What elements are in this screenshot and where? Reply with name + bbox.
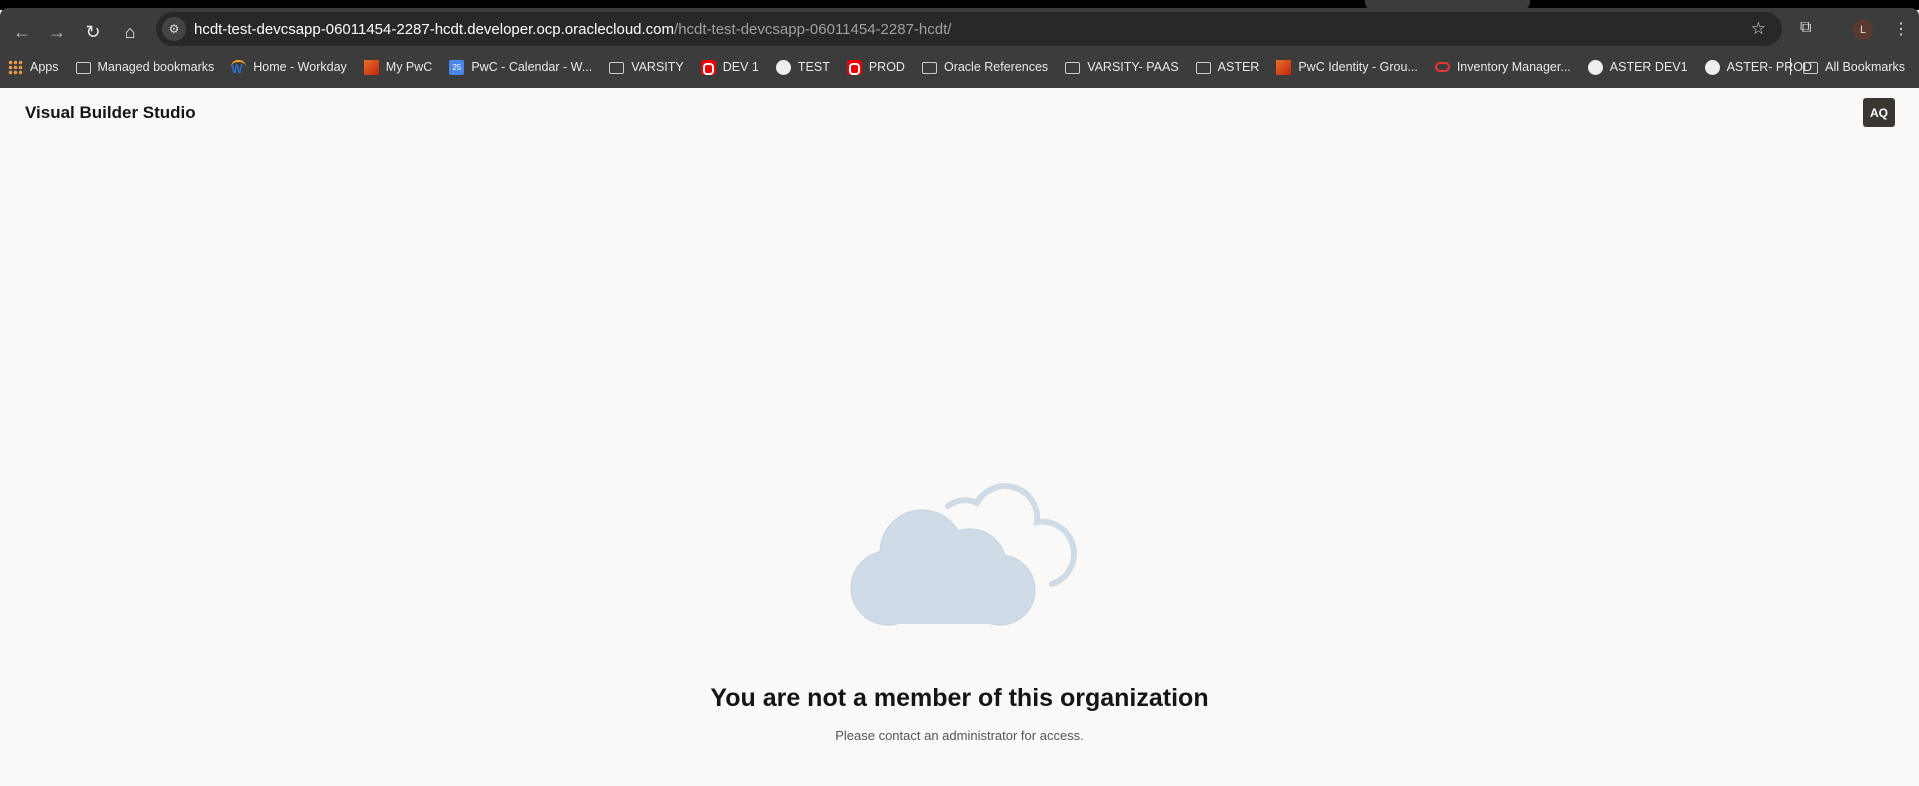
- bookmark-label: VARSITY: [631, 60, 684, 74]
- reload-icon[interactable]: ↻: [79, 22, 107, 43]
- bookmark-dev-1[interactable]: DEV 1: [700, 59, 759, 75]
- folder-icon: [1195, 61, 1211, 74]
- bookmark-label: ASTER DEV1: [1609, 60, 1688, 74]
- bookmark-label: ASTER- PROD: [1726, 60, 1813, 74]
- bookmark-home-workday[interactable]: W Home - Workday: [231, 59, 347, 76]
- globe-icon: [1587, 59, 1603, 75]
- oracle-icon: [846, 59, 862, 75]
- bookmark-label: VARSITY- PAAS: [1087, 60, 1179, 74]
- address-bar[interactable]: ⚙ hcdt-test-devcsapp-06011454-2287-hcdt.…: [156, 12, 1782, 46]
- bookmark-prod[interactable]: PROD: [846, 59, 905, 75]
- bookmark-aster-dev1[interactable]: ASTER DEV1: [1587, 59, 1688, 75]
- bookmark-label: PROD: [868, 60, 905, 74]
- calendar-icon: 25: [449, 59, 465, 75]
- bookmarks-bar: Apps Managed bookmarks W Home - Workday My P…: [8, 54, 1829, 80]
- bookmark-label: Home - Workday: [253, 60, 347, 74]
- bookmarks-divider: [1790, 58, 1791, 75]
- bookmark-pwc-calendar-w[interactable]: 25 PwC - Calendar - W...: [449, 59, 593, 75]
- bookmark-my-pwc[interactable]: My PwC: [363, 59, 433, 75]
- extensions-icon[interactable]: ⧉: [1800, 19, 1811, 37]
- bookmark-pwc-identity-grou[interactable]: PwC Identity - Grou...: [1276, 59, 1418, 75]
- bookmark-label: PwC - Calendar - W...: [471, 60, 593, 74]
- folder-icon: [609, 61, 625, 74]
- bookmark-label: ASTER: [1217, 60, 1260, 74]
- all-bookmarks-label: All Bookmarks: [1825, 60, 1905, 74]
- bookmark-managed-bookmarks[interactable]: Managed bookmarks: [75, 60, 215, 74]
- bookmark-label: DEV 1: [722, 60, 759, 74]
- bookmark-varsity[interactable]: VARSITY: [609, 60, 684, 74]
- bookmark-star-icon[interactable]: ☆: [1751, 19, 1766, 39]
- cloud-illustration: [850, 483, 1077, 626]
- user-avatar-button[interactable]: AQ: [1863, 98, 1895, 127]
- error-subtext: Please contact an administrator for acce…: [835, 728, 1084, 743]
- bookmark-label: PwC Identity - Grou...: [1298, 60, 1418, 74]
- bookmark-label: Apps: [30, 60, 59, 74]
- app-title: Visual Builder Studio: [25, 103, 196, 122]
- pwc-icon: [1276, 59, 1292, 75]
- site-settings-icon[interactable]: ⚙: [162, 17, 186, 41]
- bookmark-inventory-manager[interactable]: Inventory Manager...: [1434, 60, 1571, 74]
- url-text[interactable]: hcdt-test-devcsapp-06011454-2287-hcdt.de…: [194, 21, 951, 38]
- url-path: /hcdt-test-devcsapp-06011454-2287-hcdt/: [674, 20, 952, 38]
- globe-icon: [1704, 59, 1720, 75]
- forward-icon[interactable]: →: [43, 22, 71, 43]
- menu-icon[interactable]: ⋮: [1893, 19, 1909, 39]
- bookmark-label: Oracle References: [943, 60, 1049, 74]
- bookmark-test[interactable]: TEST: [775, 59, 830, 75]
- bookmark-aster-prod[interactable]: ASTER- PROD: [1704, 59, 1813, 75]
- url-host: hcdt-test-devcsapp-06011454-2287-hcdt.de…: [194, 20, 675, 38]
- bookmark-label: My PwC: [385, 60, 433, 74]
- bookmark-varsity-paas[interactable]: VARSITY- PAAS: [1065, 60, 1179, 74]
- home-icon[interactable]: ⌂: [116, 22, 144, 43]
- bookmark-label: Managed bookmarks: [97, 60, 215, 74]
- folder-icon: [1803, 61, 1819, 74]
- workday-icon: W: [231, 59, 247, 76]
- folder-icon: [921, 61, 937, 74]
- profile-avatar[interactable]: L: [1853, 20, 1873, 40]
- oracle-icon: [700, 59, 716, 75]
- all-bookmarks[interactable]: All Bookmarks: [1803, 54, 1905, 80]
- bookmark-apps[interactable]: Apps: [8, 59, 59, 75]
- globe-icon: [775, 59, 791, 75]
- pwc-icon: [363, 59, 379, 75]
- back-icon[interactable]: ←: [8, 22, 36, 43]
- oracle-ring-icon: [1434, 62, 1450, 72]
- bookmark-oracle-references[interactable]: Oracle References: [921, 60, 1049, 74]
- bookmark-aster[interactable]: ASTER: [1195, 60, 1260, 74]
- browser-toolbar: ← → ↻ ⌂ ⚙ hcdt-test-devcsapp-06011454-22…: [0, 8, 1919, 88]
- apps-icon: [8, 59, 23, 75]
- folder-icon: [75, 61, 91, 74]
- bookmark-label: TEST: [797, 60, 830, 74]
- error-heading: You are not a member of this organizatio…: [710, 684, 1209, 712]
- bookmark-label: Inventory Manager...: [1456, 60, 1571, 74]
- folder-icon: [1065, 61, 1081, 74]
